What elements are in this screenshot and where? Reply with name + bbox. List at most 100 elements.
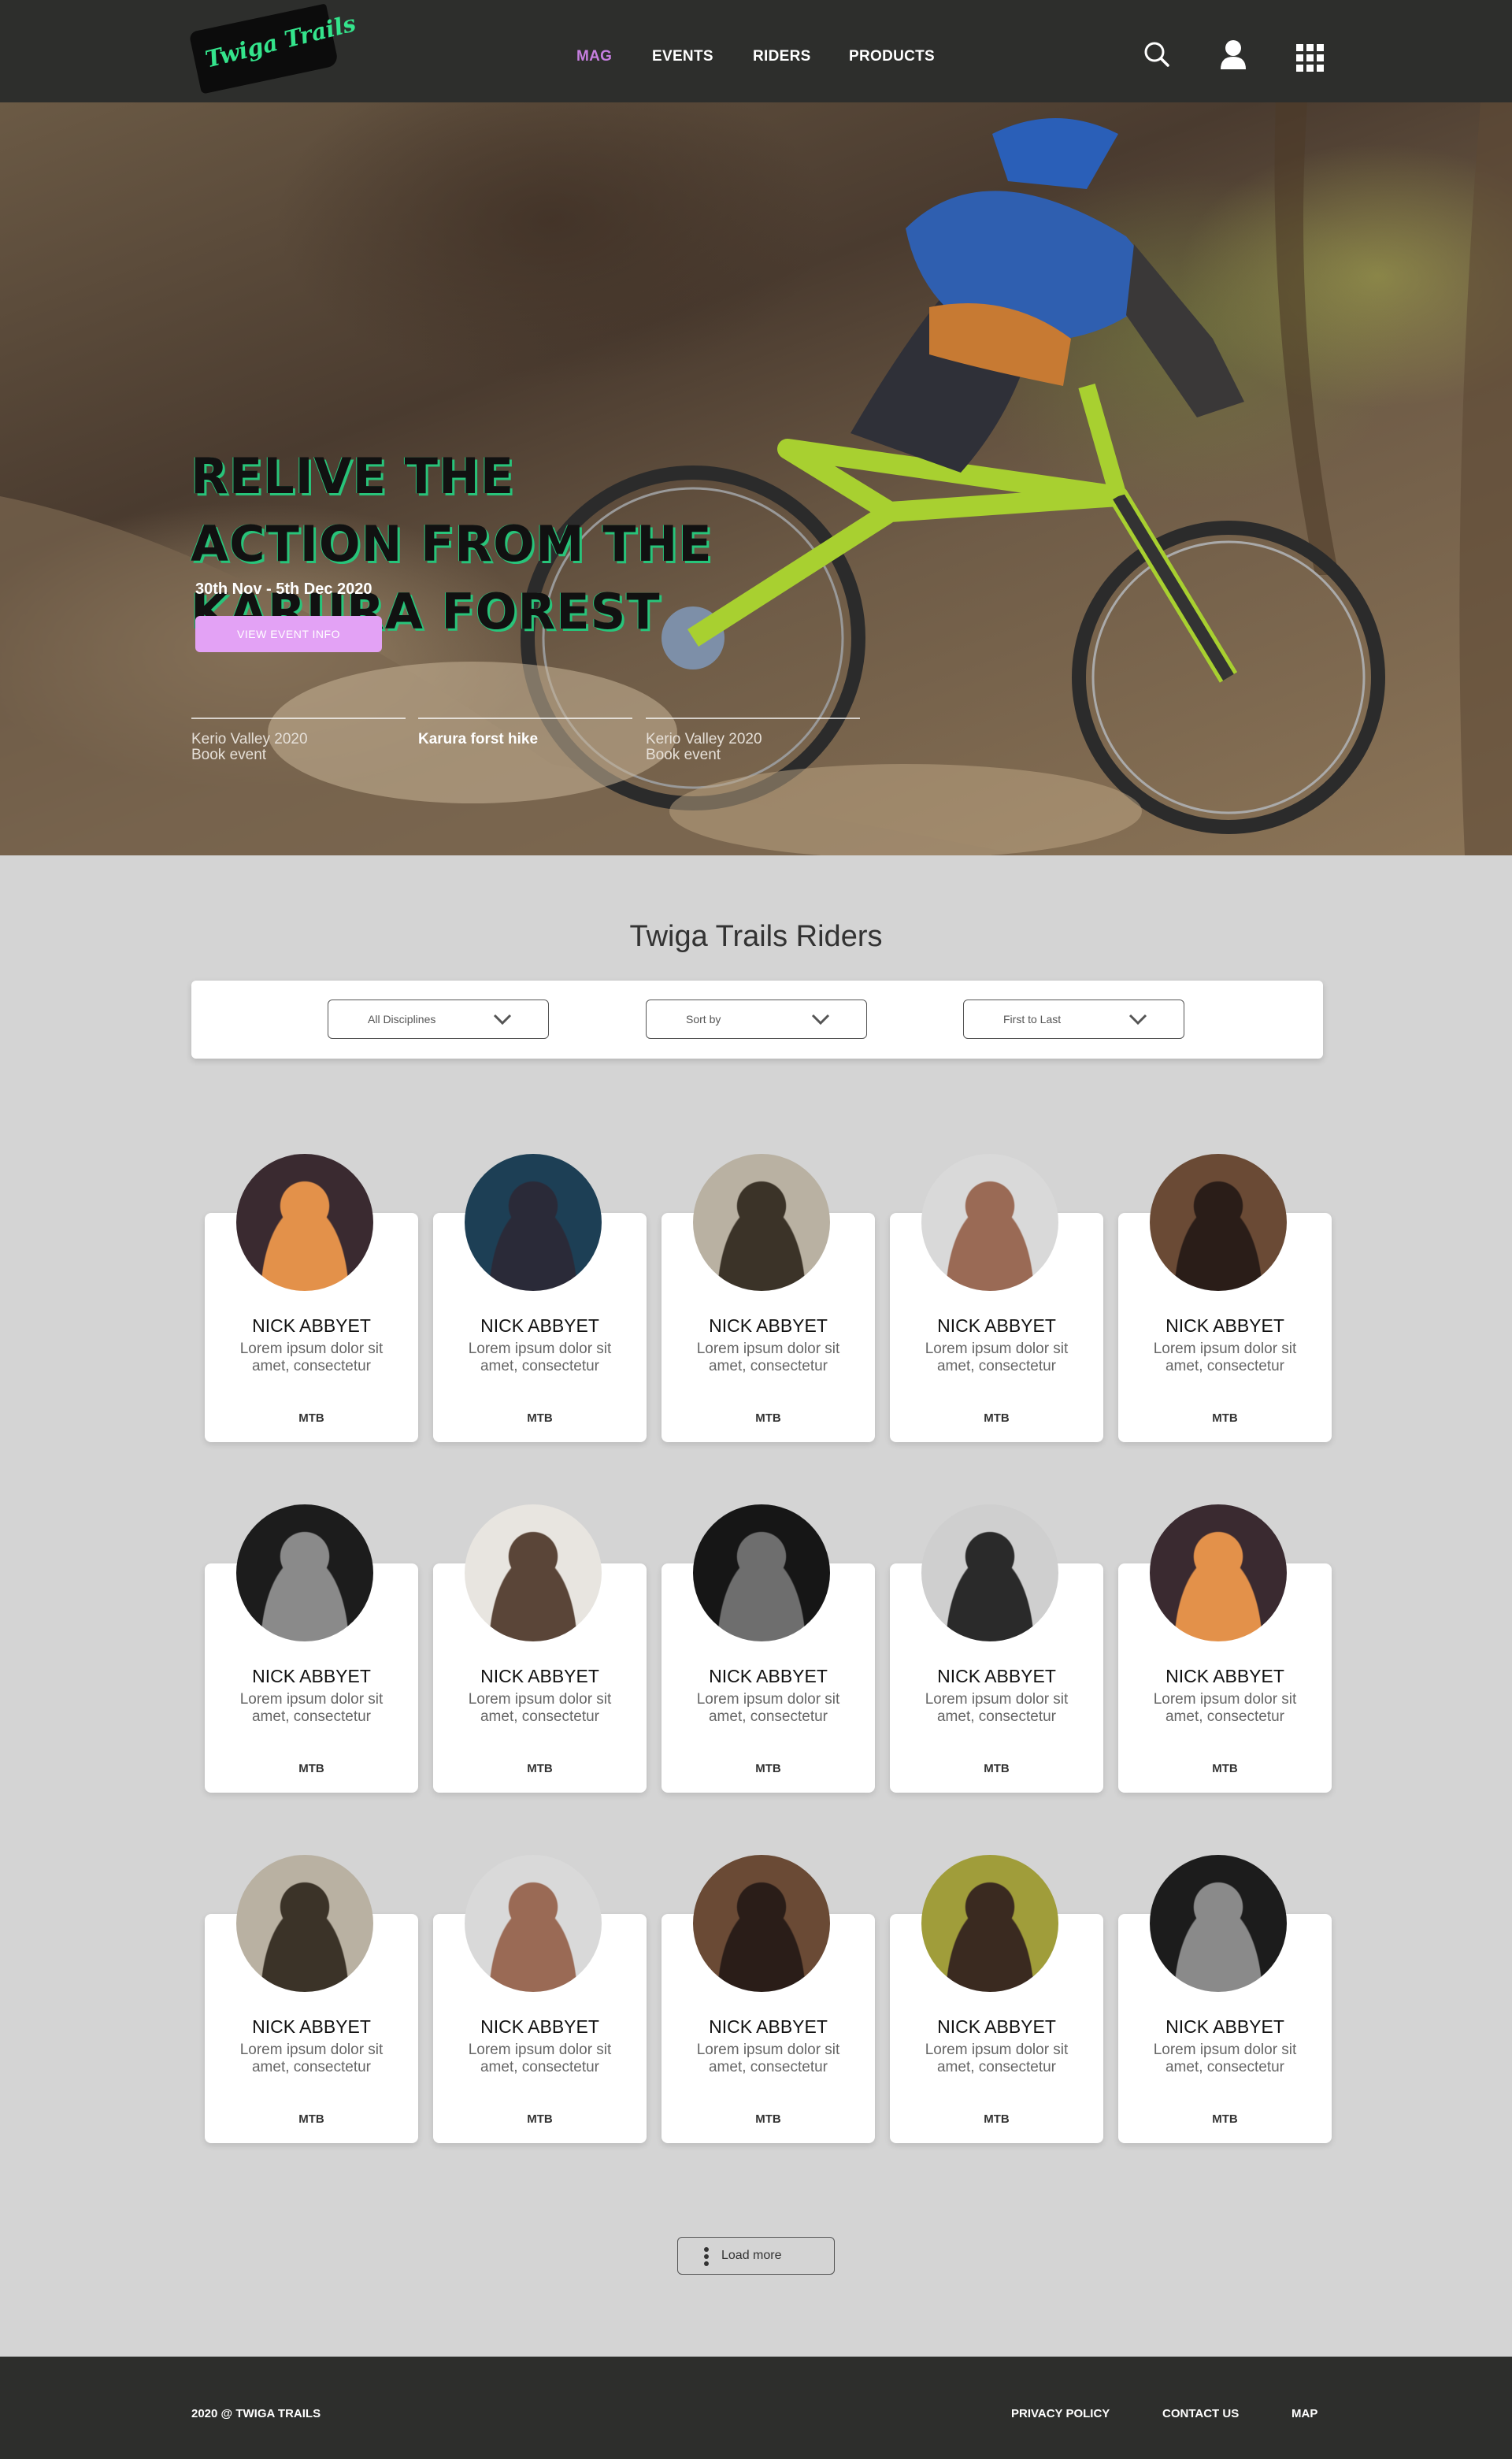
brand-logo[interactable]: Twiga Trails (188, 3, 358, 95)
rider-description: Lorem ipsum dolor sit amet, consectetur (468, 1341, 612, 1374)
rider-description: Lorem ipsum dolor sit amet, consectetur (239, 1691, 384, 1725)
rider-description: Lorem ipsum dolor sit amet, consectetur (468, 2042, 612, 2075)
rider-description: Lorem ipsum dolor sit amet, consectetur (925, 1341, 1069, 1374)
rider-name: NICK ABBYET (480, 1666, 599, 1686)
disciplines-select[interactable]: All Disciplines (328, 1000, 549, 1039)
discipline-tag: MTB (527, 1411, 553, 1425)
avatar (693, 1504, 830, 1641)
rider-card[interactable]: NICK ABBYET Lorem ipsum dolor sit amet, c… (662, 1154, 875, 1442)
nav-item-riders[interactable]: RIDERS (753, 48, 811, 65)
sort-by-select[interactable]: Sort by (646, 1000, 867, 1039)
event-tab-sub: Book event (646, 747, 721, 763)
event-tab-3[interactable]: Kerio Valley 2020 Book event (646, 718, 860, 763)
rider-description: Lorem ipsum dolor sit amet, consectetur (239, 1341, 384, 1374)
avatar (465, 1855, 602, 1992)
event-tab-title: Kerio Valley 2020 (646, 731, 762, 747)
rider-description: Lorem ipsum dolor sit amet, consectetur (925, 1691, 1069, 1725)
discipline-tag: MTB (755, 1762, 781, 1775)
rider-card[interactable]: NICK ABBYET Lorem ipsum dolor sit amet, c… (433, 1504, 647, 1793)
rider-description: Lorem ipsum dolor sit amet, consectetur (1153, 1691, 1297, 1725)
event-tab-2[interactable]: Karura forst hike (418, 718, 632, 747)
rider-description: Lorem ipsum dolor sit amet, consectetur (696, 1341, 840, 1374)
rider-card[interactable]: NICK ABBYET Lorem ipsum dolor sit amet, c… (890, 1504, 1103, 1793)
rider-card[interactable]: NICK ABBYET Lorem ipsum dolor sit amet, c… (662, 1504, 875, 1793)
rider-description: Lorem ipsum dolor sit amet, consectetur (925, 2042, 1069, 2075)
avatar (921, 1855, 1058, 1992)
map-link[interactable]: MAP (1292, 2407, 1317, 2420)
discipline-tag: MTB (527, 2112, 553, 2126)
more-vertical-icon (704, 2247, 709, 2266)
rider-card[interactable]: NICK ABBYET Lorem ipsum dolor sit amet, c… (662, 1855, 875, 2143)
order-select[interactable]: First to Last (963, 1000, 1184, 1039)
event-date: 30th Nov - 5th Dec 2020 (195, 580, 372, 598)
avatar (465, 1154, 602, 1291)
event-tab-1[interactable]: Kerio Valley 2020 Book event (191, 718, 406, 763)
discipline-tag: MTB (755, 1411, 781, 1425)
avatar (921, 1154, 1058, 1291)
grid-icon[interactable] (1296, 44, 1325, 72)
rider-card[interactable]: NICK ABBYET Lorem ipsum dolor sit amet, c… (205, 1154, 418, 1442)
footer: 2020 @ TWIGA TRAILS PRIVACY POLICY CONTA… (0, 2357, 1512, 2459)
user-icon[interactable] (1219, 39, 1247, 69)
contact-us-link[interactable]: CONTACT US (1162, 2407, 1239, 2420)
rider-name: NICK ABBYET (937, 2016, 1056, 2037)
rider-card[interactable]: NICK ABBYET Lorem ipsum dolor sit amet, c… (1118, 1154, 1332, 1442)
discipline-tag: MTB (1212, 1411, 1238, 1425)
top-nav: Twiga Trails MAG EVENTS RIDERS PRODUCTS (0, 0, 1512, 102)
rider-card[interactable]: NICK ABBYET Lorem ipsum dolor sit amet, c… (890, 1154, 1103, 1442)
rider-name: NICK ABBYET (252, 1666, 371, 1686)
filter-bar: All Disciplines Sort by First to Last (191, 981, 1323, 1059)
hero-title-line: ACTION FROM THE (191, 515, 713, 573)
rider-name: NICK ABBYET (480, 2016, 599, 2037)
discipline-tag: MTB (984, 1762, 1010, 1775)
chevron-down-icon (493, 1014, 512, 1026)
rider-card[interactable]: NICK ABBYET Lorem ipsum dolor sit amet, c… (433, 1154, 647, 1442)
event-tab-title: Karura forst hike (418, 731, 539, 747)
hero-banner: RELIVE THE ACTION FROM THE KARURA FOREST… (0, 102, 1512, 855)
rider-card[interactable]: NICK ABBYET Lorem ipsum dolor sit amet, c… (1118, 1504, 1332, 1793)
discipline-tag: MTB (984, 2112, 1010, 2126)
avatar (693, 1154, 830, 1291)
discipline-tag: MTB (1212, 2112, 1238, 2126)
select-value: All Disciplines (368, 1013, 436, 1026)
nav-item-mag[interactable]: MAG (576, 48, 612, 65)
discipline-tag: MTB (984, 1411, 1010, 1425)
section-title: Twiga Trails Riders (629, 920, 883, 953)
discipline-tag: MTB (755, 2112, 781, 2126)
privacy-policy-link[interactable]: PRIVACY POLICY (1011, 2407, 1110, 2420)
chevron-down-icon (1128, 1014, 1147, 1026)
copyright-text: 2020 @ TWIGA TRAILS (191, 2407, 321, 2420)
rider-description: Lorem ipsum dolor sit amet, consectetur (1153, 1341, 1297, 1374)
rider-name: NICK ABBYET (709, 1666, 828, 1686)
logo-text: Twiga Trails (202, 9, 359, 73)
discipline-tag: MTB (298, 1762, 324, 1775)
rider-card[interactable]: NICK ABBYET Lorem ipsum dolor sit amet, c… (205, 1504, 418, 1793)
select-value: First to Last (1003, 1013, 1062, 1026)
rider-description: Lorem ipsum dolor sit amet, consectetur (696, 2042, 840, 2075)
event-tab-sub: Book event (191, 747, 267, 763)
avatar (1150, 1154, 1287, 1291)
rider-name: NICK ABBYET (709, 1315, 828, 1336)
load-more-button[interactable]: Load more (677, 2237, 835, 2275)
avatar (693, 1855, 830, 1992)
discipline-tag: MTB (1212, 1762, 1238, 1775)
rider-card[interactable]: NICK ABBYET Lorem ipsum dolor sit amet, c… (433, 1855, 647, 2143)
rider-card[interactable]: NICK ABBYET Lorem ipsum dolor sit amet, c… (205, 1855, 418, 2143)
rider-card[interactable]: NICK ABBYET Lorem ipsum dolor sit amet, c… (890, 1855, 1103, 2143)
rider-description: Lorem ipsum dolor sit amet, consectetur (1153, 2042, 1297, 2075)
avatar (236, 1855, 373, 1992)
rider-name: NICK ABBYET (1166, 1315, 1284, 1336)
rider-card[interactable]: NICK ABBYET Lorem ipsum dolor sit amet, c… (1118, 1855, 1332, 2143)
rider-name: NICK ABBYET (480, 1315, 599, 1336)
nav-item-products[interactable]: PRODUCTS (849, 48, 935, 65)
rider-name: NICK ABBYET (709, 2016, 828, 2037)
avatar (236, 1154, 373, 1291)
nav-item-events[interactable]: EVENTS (652, 48, 713, 65)
avatar (1150, 1855, 1287, 1992)
avatar (921, 1504, 1058, 1641)
rider-name: NICK ABBYET (937, 1666, 1056, 1686)
view-event-info-button[interactable]: VIEW EVENT INFO (195, 616, 382, 652)
search-icon[interactable] (1143, 41, 1170, 68)
discipline-tag: MTB (527, 1762, 553, 1775)
rider-name: NICK ABBYET (252, 1315, 371, 1336)
